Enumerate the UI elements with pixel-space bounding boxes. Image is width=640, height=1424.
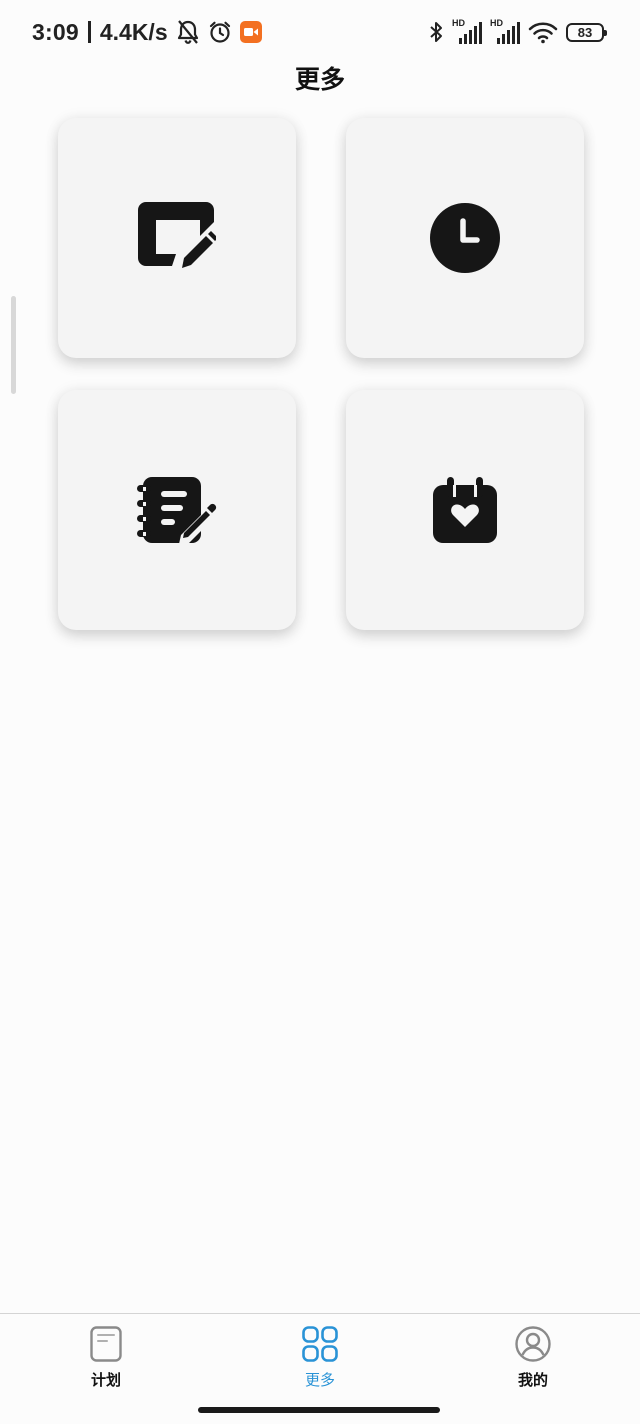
clock-icon (430, 203, 500, 273)
nav-item-mine[interactable]: 我的 (463, 1324, 603, 1394)
calendar-heart-icon (433, 477, 497, 543)
feature-card-clock[interactable] (346, 118, 584, 358)
home-indicator[interactable] (198, 1407, 440, 1413)
alarm-clock-icon (208, 20, 232, 44)
wifi-icon (528, 20, 558, 44)
grid-icon (302, 1324, 338, 1364)
nav-label-mine: 我的 (517, 1371, 548, 1389)
user-icon (515, 1324, 551, 1364)
battery-level: 83 (577, 24, 593, 40)
bell-off-icon (176, 19, 200, 45)
feature-card-edit[interactable] (58, 118, 296, 358)
status-left: 3:09 4.4K/s (32, 16, 262, 48)
bluetooth-icon (428, 20, 444, 44)
edge-scroll-indicator (11, 296, 16, 394)
status-bar: 3:09 4.4K/s HD HD 83 (0, 0, 640, 64)
feature-card-notebook[interactable] (58, 390, 296, 630)
status-right: HD HD 83 (428, 16, 607, 48)
edit-note-icon (138, 202, 216, 274)
notebook-edit-icon (137, 477, 217, 543)
screen-record-icon (239, 21, 262, 43)
screen: 3:09 4.4K/s HD HD 83 更多 计划 更多 我的 (0, 0, 640, 1424)
nav-label-more: 更多 (304, 1371, 335, 1389)
signal-hd-1-icon: HD (452, 18, 482, 44)
document-icon (90, 1324, 122, 1364)
nav-label-plan: 计划 (90, 1371, 121, 1389)
feature-card-calendar[interactable] (346, 390, 584, 630)
nav-item-more[interactable]: 更多 (250, 1324, 390, 1394)
signal-hd-2-icon: HD (490, 18, 520, 44)
status-separator (87, 21, 91, 43)
nav-item-plan[interactable]: 计划 (36, 1324, 176, 1394)
network-speed: 4.4K/s (99, 18, 168, 45)
battery-indicator: 83 (566, 22, 607, 42)
page-title: 更多 (294, 65, 345, 94)
status-time: 3:09 (32, 18, 79, 45)
